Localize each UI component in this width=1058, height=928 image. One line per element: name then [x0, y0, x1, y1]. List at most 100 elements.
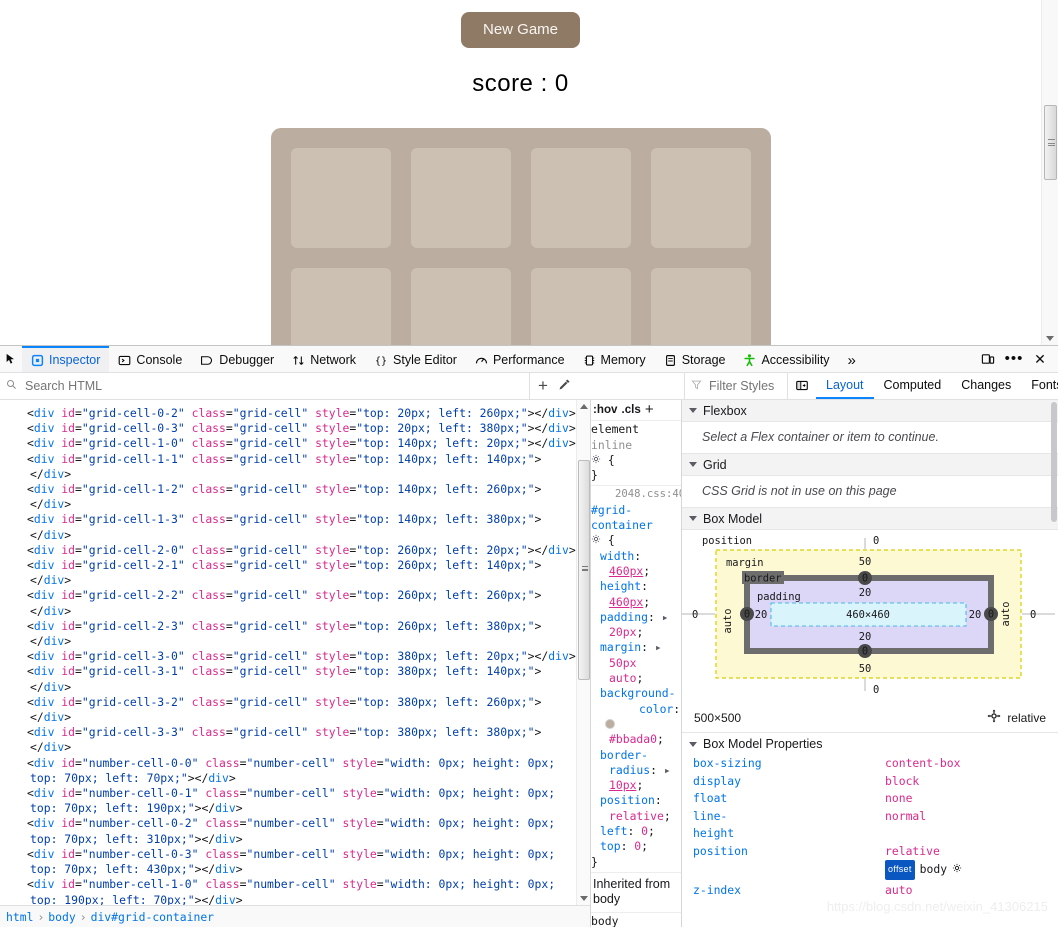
breadcrumb-item-body[interactable]: body	[48, 910, 75, 924]
decl-value-margin-auto[interactable]: auto	[609, 671, 636, 685]
tab-performance[interactable]: Performance	[466, 346, 574, 372]
markup-line[interactable]: <div id="grid-cell-1-3" class="grid-cell…	[0, 512, 590, 542]
tab-console[interactable]: Console	[109, 346, 191, 372]
decl-prop-width[interactable]: width	[591, 549, 634, 563]
markup-line[interactable]: <div id="grid-cell-0-2" class="grid-cell…	[0, 406, 590, 421]
decl-value-width[interactable]: 460px	[609, 564, 643, 578]
markup-line[interactable]: <div id="number-cell-0-1" class="number-…	[0, 786, 590, 816]
rule-selector-grid-container[interactable]: #grid-container	[591, 503, 653, 532]
add-new-rule-button[interactable]: +	[645, 402, 654, 418]
decl-value-height[interactable]: 460px	[609, 595, 643, 609]
markup-line[interactable]: <div id="number-cell-0-0" class="number-…	[0, 756, 590, 786]
rule-source-link[interactable]: 2048.css:40	[591, 487, 681, 502]
element-picker-icon[interactable]	[0, 346, 22, 372]
eyedropper-icon[interactable]	[558, 378, 571, 394]
markup-vertical-scrollbar[interactable]	[576, 400, 590, 905]
pseudo-cls-button[interactable]: .cls	[621, 402, 640, 417]
markup-line[interactable]: <div id="grid-cell-1-0" class="grid-cell…	[0, 436, 590, 451]
decl-value-margin[interactable]: 50px	[609, 656, 636, 670]
page-scrollbar-thumb[interactable]	[1044, 105, 1057, 180]
color-swatch[interactable]	[605, 718, 615, 729]
breadcrumb-item-html[interactable]: html	[6, 910, 33, 924]
markup-scroll-down-arrow-icon[interactable]	[580, 896, 588, 901]
tab-style-editor[interactable]: {} Style Editor	[365, 346, 466, 372]
rule-selector-element[interactable]: element	[591, 422, 639, 436]
decl-prop-margin[interactable]: margin	[591, 640, 641, 654]
decl-prop-background-color[interactable]: background-	[591, 686, 675, 700]
meatball-menu-icon[interactable]: •••	[1002, 347, 1026, 371]
breadcrumb-item-grid-container[interactable]: div#grid-container	[91, 910, 214, 924]
markup-line[interactable]: <div id="grid-cell-1-1" class="grid-cell…	[0, 452, 590, 482]
search-html-box[interactable]	[0, 373, 530, 399]
decl-prop-top[interactable]: top	[591, 839, 621, 853]
close-devtools-icon[interactable]: ✕	[1028, 347, 1052, 371]
markup-line[interactable]: <div id="grid-cell-3-2" class="grid-cell…	[0, 695, 590, 725]
rule-selector-body[interactable]: body	[591, 914, 618, 927]
accordion-grid[interactable]: Grid	[682, 454, 1058, 476]
markup-scroll-up-arrow-icon[interactable]	[580, 404, 588, 409]
decl-value-border-radius[interactable]: 10px	[609, 778, 636, 792]
decl-prop-left[interactable]: left	[591, 824, 627, 838]
subtab-computed[interactable]: Computed	[874, 373, 952, 399]
filter-styles-box[interactable]	[685, 373, 788, 399]
decl-expand-triangle-icon[interactable]: ▸	[662, 610, 669, 624]
tab-memory[interactable]: Memory	[574, 346, 655, 372]
offset-parent-gear-icon[interactable]	[952, 861, 962, 879]
decl-expand-triangle-icon[interactable]: ▸	[655, 640, 662, 654]
scrollbar-down-arrow-icon[interactable]	[1046, 336, 1054, 341]
decl-prop-padding[interactable]: padding	[591, 610, 648, 624]
decl-value-background-color[interactable]: #bbada0	[609, 732, 657, 746]
bm-border-bottom: 0	[862, 646, 868, 658]
markup-line[interactable]: <div id="grid-cell-1-2" class="grid-cell…	[0, 482, 590, 512]
subtab-fonts[interactable]: Fonts	[1021, 373, 1058, 399]
markup-line[interactable]: <div id="grid-cell-3-1" class="grid-cell…	[0, 664, 590, 694]
box-model-diagram[interactable]: position margin border padding 460×460 0…	[682, 530, 1055, 708]
search-input[interactable]	[23, 378, 463, 394]
tab-inspector[interactable]: Inspector	[22, 346, 110, 372]
rule-grid-container: 2048.css:40 #grid-container { width: 460…	[591, 486, 681, 873]
subtab-changes[interactable]: Changes	[951, 373, 1021, 399]
decl-expand-triangle-icon[interactable]: ▸	[664, 763, 671, 777]
rule-close-brace: }	[591, 854, 598, 869]
tabs-overflow-chevron-icon[interactable]: »	[839, 346, 865, 372]
accordion-flexbox[interactable]: Flexbox	[682, 400, 1058, 422]
add-rule-plus-icon[interactable]: +	[538, 377, 548, 394]
tab-debugger-label: Debugger	[219, 353, 275, 367]
decl-prop-position[interactable]: position	[591, 793, 655, 807]
layout-pane-scrollbar[interactable]	[1049, 400, 1058, 927]
accordion-box-model[interactable]: Box Model	[682, 508, 1058, 530]
markup-scroll-area[interactable]: <div id="grid-cell-0-2" class="grid-cell…	[0, 400, 590, 905]
filter-styles-input[interactable]	[707, 378, 787, 394]
markup-line[interactable]: <div id="grid-cell-2-2" class="grid-cell…	[0, 588, 590, 618]
decl-value-padding[interactable]: 20px	[609, 625, 636, 639]
rule-gear-icon[interactable]	[591, 453, 601, 468]
markup-line[interactable]: <div id="number-cell-0-3" class="number-…	[0, 847, 590, 877]
accordion-box-model-properties[interactable]: Box Model Properties	[682, 733, 1058, 755]
markup-line[interactable]: <div id="grid-cell-2-1" class="grid-cell…	[0, 558, 590, 588]
decl-value-left[interactable]: 0	[641, 824, 648, 838]
tab-debugger[interactable]: Debugger	[191, 346, 283, 372]
subtab-layout[interactable]: Layout	[816, 373, 874, 399]
markup-line[interactable]: <div id="grid-cell-2-0" class="grid-cell…	[0, 543, 590, 558]
markup-line[interactable]: <div id="grid-cell-2-3" class="grid-cell…	[0, 619, 590, 649]
pane-toggle-icon[interactable]	[788, 373, 816, 399]
tab-accessibility[interactable]: Accessibility	[734, 346, 838, 372]
markup-line[interactable]: <div id="grid-cell-3-3" class="grid-cell…	[0, 725, 590, 755]
markup-line[interactable]: <div id="number-cell-1-0" class="number-…	[0, 877, 590, 905]
layout-scrollbar-thumb[interactable]	[1051, 402, 1057, 522]
pseudo-hov-button[interactable]: :hov	[593, 402, 617, 417]
decl-value-position[interactable]: relative	[609, 809, 664, 823]
rule-gear-icon[interactable]	[591, 533, 601, 548]
offset-parent-value[interactable]: body	[920, 861, 947, 879]
page-vertical-scrollbar[interactable]	[1041, 0, 1058, 345]
markup-line[interactable]: <div id="number-cell-0-2" class="number-…	[0, 816, 590, 846]
markup-scrollbar-thumb[interactable]	[578, 460, 590, 680]
markup-line[interactable]: <div id="grid-cell-0-3" class="grid-cell…	[0, 421, 590, 436]
markup-line[interactable]: <div id="grid-cell-3-0" class="grid-cell…	[0, 649, 590, 664]
tab-network[interactable]: Network	[283, 346, 365, 372]
decl-prop-border-radius[interactable]: border-	[591, 748, 648, 762]
tab-storage[interactable]: Storage	[655, 346, 735, 372]
decl-prop-height[interactable]: height	[591, 579, 641, 593]
responsive-design-mode-icon[interactable]	[976, 347, 1000, 371]
new-game-button[interactable]: New Game	[460, 12, 581, 48]
